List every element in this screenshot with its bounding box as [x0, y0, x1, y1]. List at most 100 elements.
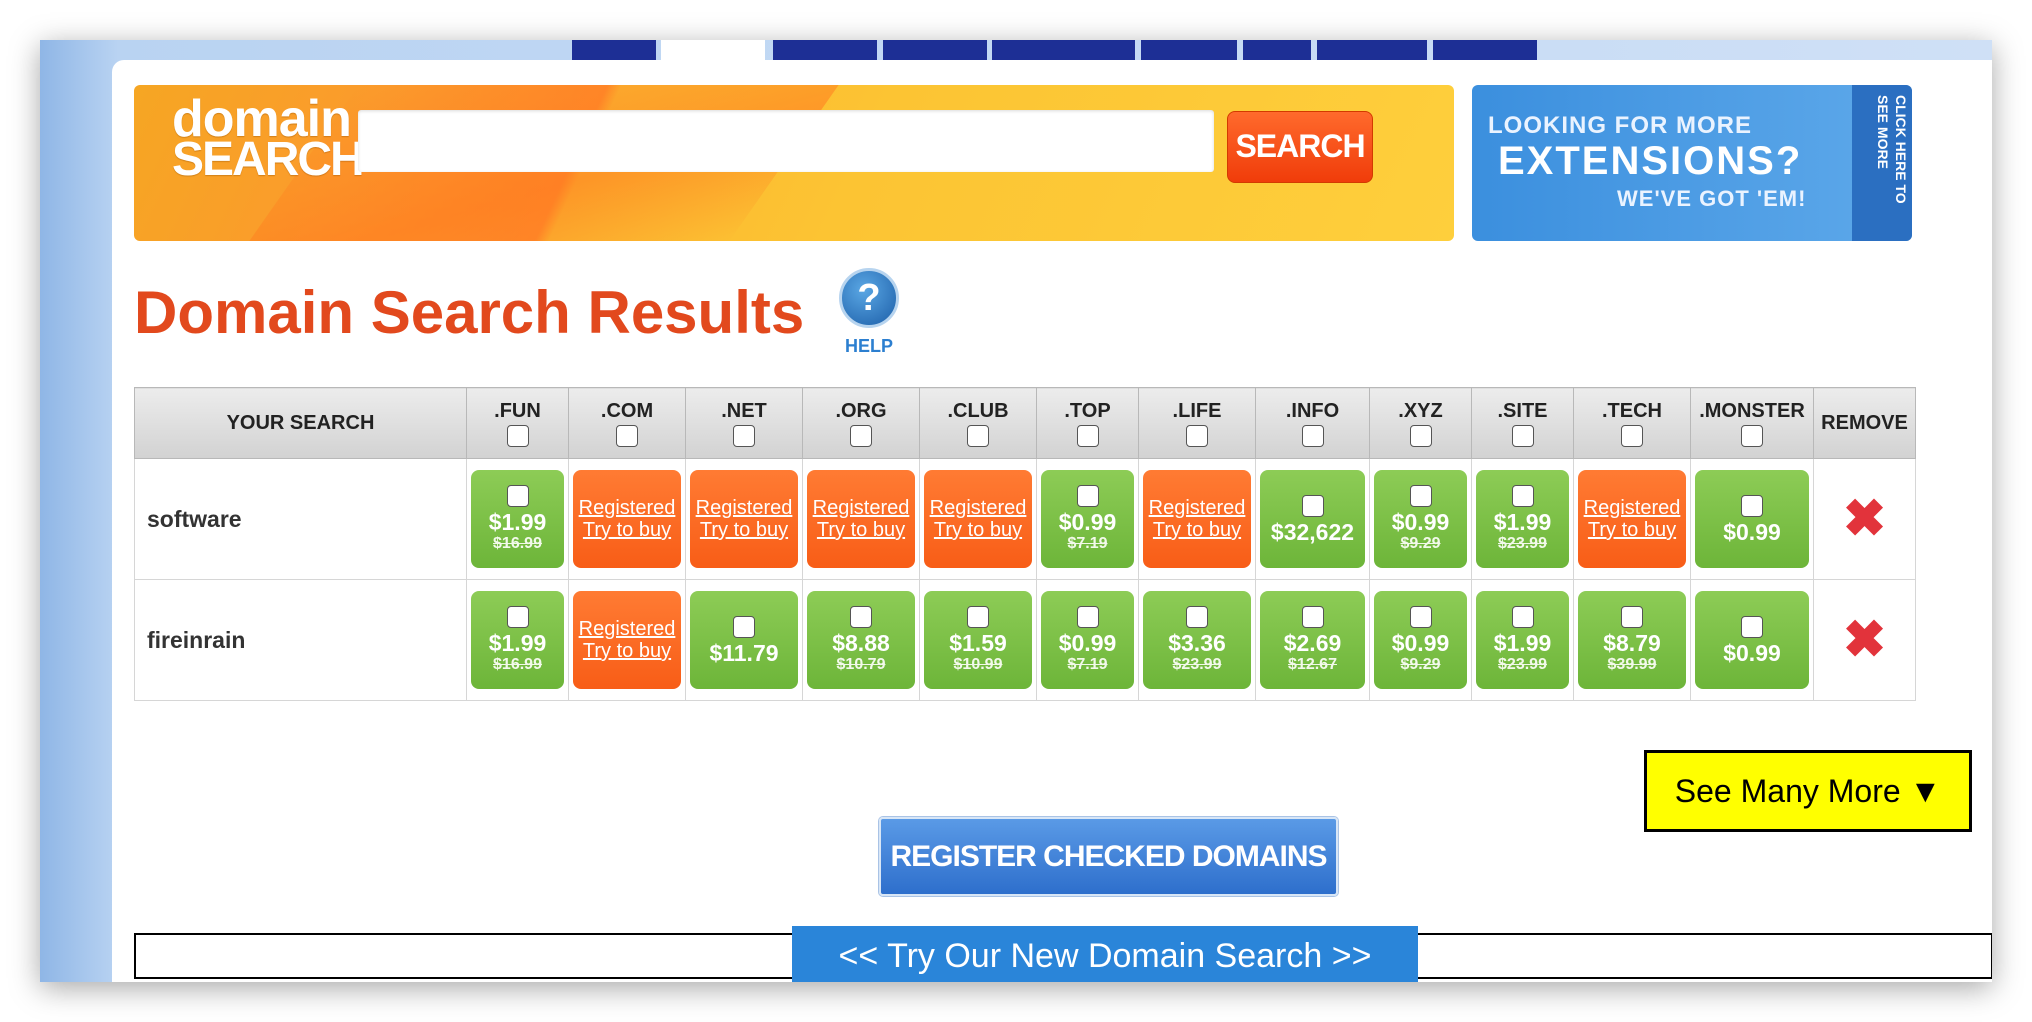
- available-domain-tile[interactable]: $8.79 $39.99: [1578, 591, 1686, 689]
- header-tld-tech-select-all-checkbox[interactable]: [1621, 424, 1643, 447]
- domain-checkbox[interactable]: [1741, 615, 1763, 638]
- domain-checkbox[interactable]: [1741, 494, 1763, 517]
- help-icon[interactable]: ?: [839, 268, 899, 328]
- available-domain-tile[interactable]: $0.99: [1695, 591, 1809, 689]
- header-tld-site-select-all-checkbox[interactable]: [1511, 424, 1534, 447]
- domain-checkbox[interactable]: [506, 484, 529, 507]
- try-to-buy-link[interactable]: Try to buy: [700, 519, 788, 541]
- domain-price: $32,622: [1270, 518, 1355, 545]
- nav-tab-active[interactable]: [661, 40, 765, 62]
- domain-checkbox[interactable]: [1409, 484, 1432, 507]
- available-domain-tile[interactable]: $1.99 $16.99: [471, 591, 564, 689]
- available-domain-tile[interactable]: $1.99 $16.99: [471, 470, 564, 568]
- registered-link[interactable]: Registered: [930, 497, 1027, 519]
- domain-price: $3.36: [1168, 629, 1226, 656]
- registered-domain-tile[interactable]: Registered Try to buy: [690, 470, 798, 568]
- remove-icon[interactable]: ✖: [1843, 614, 1887, 666]
- remove-cell: ✖: [1813, 458, 1916, 580]
- original-price: $10.79: [836, 655, 886, 673]
- registered-domain-tile[interactable]: Registered Try to buy: [1143, 470, 1251, 568]
- result-cell: $2.69 $12.67: [1255, 579, 1370, 701]
- domain-checkbox[interactable]: [850, 605, 872, 628]
- available-domain-tile[interactable]: $32,622: [1260, 470, 1365, 568]
- ext-banner-side-tab[interactable]: CLICK HERE TO SEE MORE: [1852, 85, 1912, 241]
- try-to-buy-link[interactable]: Try to buy: [934, 519, 1022, 541]
- remove-icon[interactable]: ✖: [1843, 493, 1887, 545]
- header-tld-fun-label: .FUN: [494, 399, 541, 422]
- domain-checkbox[interactable]: [733, 615, 755, 638]
- registered-domain-tile[interactable]: Registered Try to buy: [1578, 470, 1686, 568]
- domain-checkbox[interactable]: [1621, 605, 1643, 628]
- domain-price: $0.99: [1723, 518, 1781, 545]
- registered-domain-tile[interactable]: Registered Try to buy: [573, 591, 681, 689]
- available-domain-tile[interactable]: $1.59 $10.99: [924, 591, 1032, 689]
- domain-checkbox[interactable]: [1301, 605, 1324, 628]
- nav-tab[interactable]: [1433, 40, 1537, 62]
- registered-domain-tile[interactable]: Registered Try to buy: [807, 470, 915, 568]
- domain-search-input[interactable]: [358, 110, 1214, 172]
- available-domain-tile[interactable]: $0.99 $9.29: [1374, 591, 1467, 689]
- try-to-buy-link[interactable]: Try to buy: [583, 519, 671, 541]
- nav-tab[interactable]: [1317, 40, 1427, 62]
- header-tld-life-select-all-checkbox[interactable]: [1186, 424, 1208, 447]
- header-tld-info-select-all-checkbox[interactable]: [1301, 424, 1324, 447]
- available-domain-tile[interactable]: $1.99 $23.99: [1476, 591, 1569, 689]
- domain-checkbox[interactable]: [1301, 494, 1324, 517]
- header-tld-net-select-all-checkbox[interactable]: [733, 424, 755, 447]
- ext-banner-line3: WE'VE GOT 'EM!: [1617, 186, 1807, 211]
- registered-link[interactable]: Registered: [813, 497, 910, 519]
- header-tld-monster-label: .MONSTER: [1699, 399, 1805, 422]
- header-tld-org-select-all-checkbox[interactable]: [850, 424, 872, 447]
- available-domain-tile[interactable]: $0.99: [1695, 470, 1809, 568]
- header-tld-fun-select-all-checkbox[interactable]: [506, 424, 529, 447]
- try-to-buy-link[interactable]: Try to buy: [583, 640, 671, 662]
- header-tld-monster-select-all-checkbox[interactable]: [1741, 424, 1763, 447]
- register-checked-domains-button[interactable]: REGISTER CHECKED DOMAINS: [879, 817, 1338, 896]
- try-to-buy-link[interactable]: Try to buy: [1153, 519, 1241, 541]
- available-domain-tile[interactable]: $11.79: [690, 591, 798, 689]
- header-tld-xyz-select-all-checkbox[interactable]: [1409, 424, 1432, 447]
- domain-checkbox[interactable]: [1511, 484, 1534, 507]
- domain-checkbox[interactable]: [1076, 484, 1099, 507]
- try-to-buy-link[interactable]: Try to buy: [817, 519, 905, 541]
- domain-checkbox[interactable]: [1076, 605, 1099, 628]
- available-domain-tile[interactable]: $8.88 $10.79: [807, 591, 915, 689]
- result-cell: Registered Try to buy: [1138, 458, 1256, 580]
- help-label[interactable]: HELP: [839, 336, 899, 357]
- registered-link[interactable]: Registered: [579, 618, 676, 640]
- registered-link[interactable]: Registered: [1584, 497, 1681, 519]
- registered-domain-tile[interactable]: Registered Try to buy: [573, 470, 681, 568]
- nav-tab[interactable]: [992, 40, 1135, 62]
- available-domain-tile[interactable]: $3.36 $23.99: [1143, 591, 1251, 689]
- domain-checkbox[interactable]: [506, 605, 529, 628]
- available-domain-tile[interactable]: $1.99 $23.99: [1476, 470, 1569, 568]
- domain-checkbox[interactable]: [1409, 605, 1432, 628]
- available-domain-tile[interactable]: $0.99 $9.29: [1374, 470, 1467, 568]
- nav-tab[interactable]: [1141, 40, 1237, 62]
- registered-link[interactable]: Registered: [1149, 497, 1246, 519]
- nav-tab[interactable]: [572, 40, 656, 62]
- header-your-search: YOUR SEARCH: [134, 387, 467, 459]
- try-to-buy-link[interactable]: Try to buy: [1588, 519, 1676, 541]
- domain-price: $0.99: [1391, 508, 1450, 535]
- registered-link[interactable]: Registered: [696, 497, 793, 519]
- more-extensions-banner[interactable]: LOOKING FOR MORE EXTENSIONS? WE'VE GOT '…: [1472, 85, 1912, 241]
- available-domain-tile[interactable]: $0.99 $7.19: [1041, 470, 1134, 568]
- see-many-more-button[interactable]: See Many More ▼: [1644, 750, 1972, 832]
- try-new-domain-search-button[interactable]: << Try Our New Domain Search >>: [792, 926, 1418, 982]
- header-tld-club-select-all-checkbox[interactable]: [967, 424, 989, 447]
- header-tld-top-select-all-checkbox[interactable]: [1076, 424, 1099, 447]
- domain-checkbox[interactable]: [967, 605, 989, 628]
- nav-tab[interactable]: [883, 40, 987, 62]
- result-cell: $1.59 $10.99: [919, 579, 1037, 701]
- header-tld-com-select-all-checkbox[interactable]: [616, 424, 638, 447]
- registered-link[interactable]: Registered: [579, 497, 676, 519]
- available-domain-tile[interactable]: $0.99 $7.19: [1041, 591, 1134, 689]
- domain-checkbox[interactable]: [1186, 605, 1208, 628]
- search-button[interactable]: SEARCH: [1227, 111, 1373, 183]
- nav-tab[interactable]: [773, 40, 877, 62]
- nav-tab[interactable]: [1243, 40, 1311, 62]
- registered-domain-tile[interactable]: Registered Try to buy: [924, 470, 1032, 568]
- available-domain-tile[interactable]: $2.69 $12.67: [1260, 591, 1365, 689]
- domain-checkbox[interactable]: [1511, 605, 1534, 628]
